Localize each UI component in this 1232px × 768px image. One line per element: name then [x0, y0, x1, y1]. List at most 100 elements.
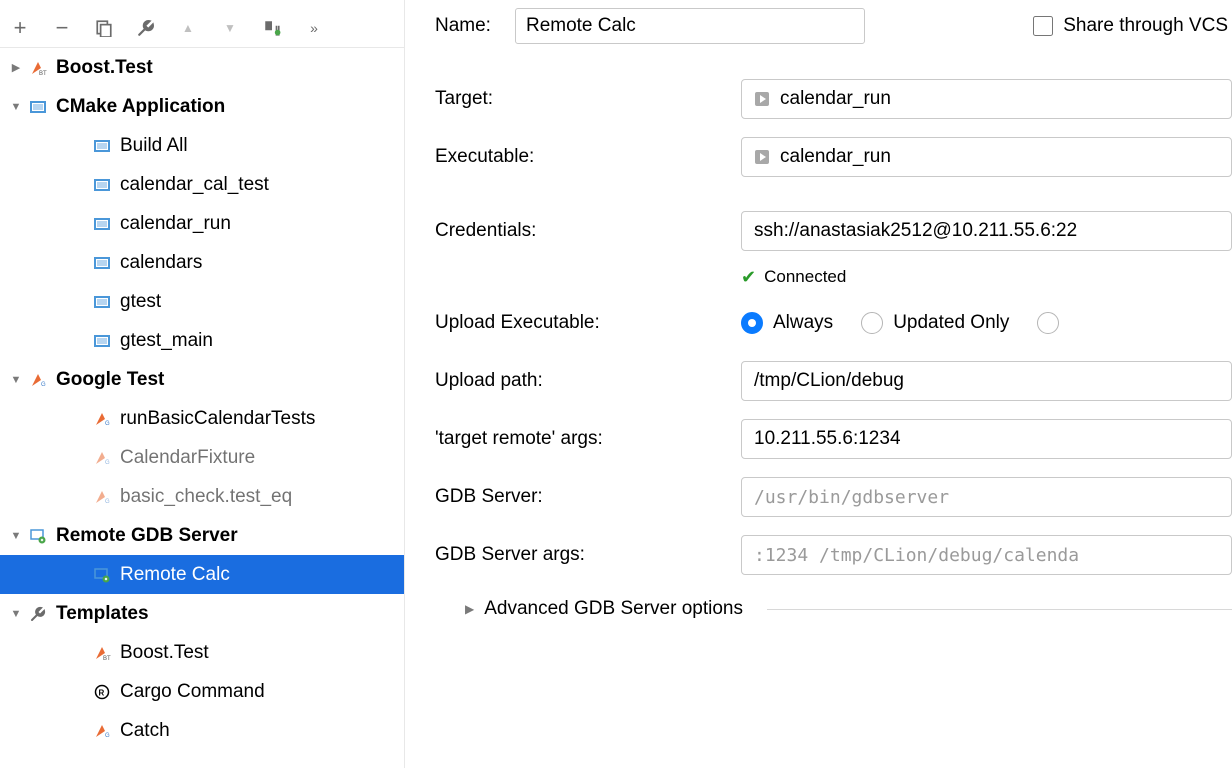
tree-node-calendar-run[interactable]: calendar_run	[0, 204, 404, 243]
rust-icon	[90, 682, 114, 702]
tree-label: basic_check.test_eq	[120, 486, 292, 508]
radio-label: Updated Only	[893, 312, 1009, 334]
connected-status: Connected	[764, 267, 846, 287]
tree-node-calendar-fixture[interactable]: CalendarFixture	[0, 438, 404, 477]
copy-button[interactable]	[92, 16, 116, 40]
tree-node-calendars[interactable]: calendars	[0, 243, 404, 282]
target-remote-input[interactable]	[741, 419, 1232, 459]
tree-node-tpl-catch[interactable]: Catch	[0, 711, 404, 750]
radio-third[interactable]	[1037, 312, 1059, 334]
tree-node-remote-calc[interactable]: Remote Calc	[0, 555, 404, 594]
tree-node-boost-test[interactable]: ▶ Boost.Test	[0, 48, 404, 87]
tree-label: runBasicCalendarTests	[120, 408, 315, 430]
tree-label: calendar_run	[120, 213, 231, 235]
tree-label: gtest_main	[120, 330, 213, 352]
cmake-app-icon	[90, 292, 114, 312]
tree-label: CMake Application	[56, 96, 225, 118]
google-test-icon	[90, 487, 114, 507]
gdb-server-input[interactable]	[741, 477, 1232, 517]
credentials-value: ssh://anastasiak2512@10.211.55.6:22	[754, 220, 1077, 242]
boost-test-icon	[90, 643, 114, 663]
collapse-arrow-icon: ▼	[6, 374, 26, 386]
config-form: Name: Share through VCS Target: calendar…	[405, 0, 1232, 768]
gdb-args-label: GDB Server args:	[435, 544, 741, 566]
save-config-button[interactable]	[260, 16, 284, 40]
collapse-arrow-icon: ▼	[6, 530, 26, 542]
remote-gdb-icon	[90, 565, 114, 585]
gdb-server-label: GDB Server:	[435, 486, 741, 508]
target-select[interactable]: calendar_run	[741, 79, 1232, 119]
tree-label: Templates	[56, 603, 149, 625]
tree-label: Google Test	[56, 369, 164, 391]
config-tree: + − ▲ ▼ » ▶ Boost.Test ▼ CMake Applicati…	[0, 0, 405, 768]
catch-icon	[90, 721, 114, 741]
target-value: calendar_run	[780, 88, 891, 110]
tree-label: calendar_cal_test	[120, 174, 269, 196]
tree-label: Build All	[120, 135, 188, 157]
radio-updated-only[interactable]: Updated Only	[861, 312, 1009, 334]
expand-arrow-icon: ▶	[465, 602, 474, 616]
radio-icon	[861, 312, 883, 334]
cmake-app-icon	[90, 331, 114, 351]
tree-label: CalendarFixture	[120, 447, 255, 469]
target-label: Target:	[435, 88, 741, 110]
upload-path-label: Upload path:	[435, 370, 741, 392]
share-vcs-input[interactable]	[1033, 16, 1053, 36]
share-vcs-checkbox[interactable]: Share through VCS	[1033, 15, 1232, 37]
tree-node-tpl-boost[interactable]: Boost.Test	[0, 633, 404, 672]
remote-gdb-icon	[26, 526, 50, 546]
tree-node-gtest-main[interactable]: gtest_main	[0, 321, 404, 360]
move-down-button[interactable]: ▼	[218, 16, 242, 40]
executable-select[interactable]: calendar_run	[741, 137, 1232, 177]
tree-node-cmake-app[interactable]: ▼ CMake Application	[0, 87, 404, 126]
name-input[interactable]	[515, 8, 865, 44]
cmake-app-icon	[90, 214, 114, 234]
collapse-arrow-icon: ▼	[6, 608, 26, 620]
advanced-options-label: Advanced GDB Server options	[484, 598, 743, 620]
cmake-app-icon	[90, 253, 114, 273]
tree-toolbar: + − ▲ ▼ »	[0, 8, 404, 48]
executable-value: calendar_run	[780, 146, 891, 168]
name-label: Name:	[435, 15, 491, 37]
upload-path-input[interactable]	[741, 361, 1232, 401]
move-up-button[interactable]: ▲	[176, 16, 200, 40]
executable-label: Executable:	[435, 146, 741, 168]
tree-node-templates[interactable]: ▼ Templates	[0, 594, 404, 633]
radio-label: Always	[773, 312, 833, 334]
radio-icon	[741, 312, 763, 334]
radio-always[interactable]: Always	[741, 312, 833, 334]
target-remote-label: 'target remote' args:	[435, 428, 741, 450]
cmake-app-icon	[26, 97, 50, 117]
upload-exe-radio-group: Always Updated Only	[741, 312, 1059, 334]
collapse-arrow-icon: ▼	[6, 101, 26, 113]
tree-label: Boost.Test	[120, 642, 209, 664]
google-test-icon	[26, 370, 50, 390]
gdb-args-input[interactable]	[741, 535, 1232, 575]
credentials-select[interactable]: ssh://anastasiak2512@10.211.55.6:22	[741, 211, 1232, 251]
tree-node-build-all[interactable]: Build All	[0, 126, 404, 165]
tree-node-gtest[interactable]: gtest	[0, 282, 404, 321]
credentials-label: Credentials:	[435, 220, 741, 242]
share-vcs-label: Share through VCS	[1063, 15, 1228, 37]
edit-templates-button[interactable]	[134, 16, 158, 40]
divider	[767, 609, 1232, 610]
tree-label: Remote GDB Server	[56, 525, 238, 547]
tree-node-google-test[interactable]: ▼ Google Test	[0, 360, 404, 399]
radio-icon	[1037, 312, 1059, 334]
expand-arrow-icon: ▶	[6, 61, 26, 74]
more-button[interactable]: »	[302, 16, 326, 40]
exe-icon	[754, 149, 770, 165]
advanced-options-toggle[interactable]: ▶ Advanced GDB Server options	[435, 598, 1232, 620]
add-button[interactable]: +	[8, 16, 32, 40]
tree-node-tpl-cargo[interactable]: Cargo Command	[0, 672, 404, 711]
google-test-icon	[90, 409, 114, 429]
exe-icon	[754, 91, 770, 107]
tree-node-run-basic-tests[interactable]: runBasicCalendarTests	[0, 399, 404, 438]
tree-label: Remote Calc	[120, 564, 230, 586]
remove-button[interactable]: −	[50, 16, 74, 40]
tree-node-remote-gdb[interactable]: ▼ Remote GDB Server	[0, 516, 404, 555]
tree-label: Boost.Test	[56, 57, 153, 79]
tree-node-basic-check[interactable]: basic_check.test_eq	[0, 477, 404, 516]
tree-node-calendar-cal-test[interactable]: calendar_cal_test	[0, 165, 404, 204]
tree-label: calendars	[120, 252, 202, 274]
